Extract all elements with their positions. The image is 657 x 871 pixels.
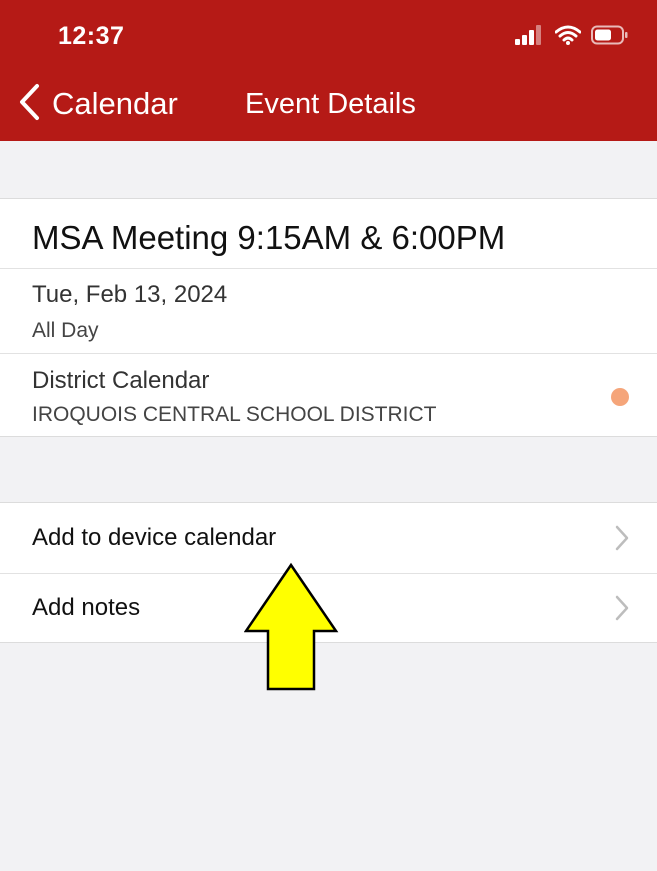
divider: [0, 353, 657, 354]
app-header: 12:37 Calendar Event Details: [0, 0, 657, 141]
annotation-arrow-icon: [243, 562, 340, 697]
page-title: Event Details: [245, 88, 416, 120]
add-to-device-calendar-label: Add to device calendar: [32, 524, 277, 551]
calendar-name: District Calendar: [32, 367, 210, 394]
back-button-label: Calendar: [52, 86, 178, 121]
back-button[interactable]: Calendar: [18, 83, 178, 126]
chevron-right-icon: [615, 525, 629, 556]
add-notes-label: Add notes: [32, 594, 141, 621]
event-card: MSA Meeting 9:15AM & 6:00PM Tue, Feb 13,…: [0, 198, 657, 437]
calendar-organization: IROQUOIS CENTRAL SCHOOL DISTRICT: [32, 403, 437, 426]
status-icons: [515, 24, 629, 50]
event-time-label: All Day: [32, 319, 99, 342]
chevron-left-icon: [18, 83, 40, 126]
divider: [0, 268, 657, 269]
wifi-icon: [554, 25, 582, 50]
status-time: 12:37: [58, 22, 125, 50]
calendar-color-dot: [611, 388, 629, 406]
chevron-right-icon: [615, 595, 629, 626]
battery-icon: [591, 25, 629, 50]
event-date: Tue, Feb 13, 2024: [32, 281, 228, 308]
event-title: MSA Meeting 9:15AM & 6:00PM: [32, 219, 506, 256]
signal-icon: [515, 24, 545, 50]
event-details-screen: 12:37 Calendar Event Details MSA Meeting…: [0, 0, 657, 871]
